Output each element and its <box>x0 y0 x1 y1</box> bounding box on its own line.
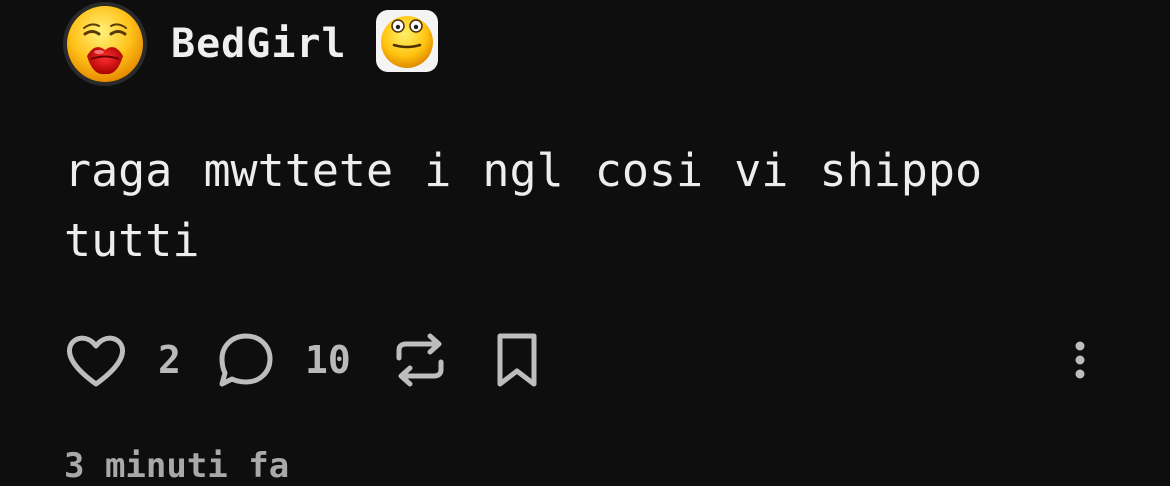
bookmark-button[interactable] <box>490 330 544 390</box>
like-button[interactable] <box>64 330 128 390</box>
like-count: 2 <box>158 338 181 382</box>
kissing-face-avatar-icon <box>67 6 143 82</box>
repost-button[interactable] <box>392 330 448 390</box>
post-text: raga mwttete i ngl cosi vi shippo tutti <box>64 144 983 267</box>
dizzy-face-emoji-icon <box>381 16 433 68</box>
comment-button[interactable] <box>216 330 276 390</box>
comment-bubble-icon <box>219 333 273 387</box>
more-vertical-icon <box>1075 341 1085 379</box>
repost-icon <box>396 333 444 387</box>
post-timestamp: 3 minuti fa <box>64 446 290 486</box>
bookmark-icon <box>497 333 537 387</box>
post-card: BedGirl raga mwttete i ngl cosi vi shipp… <box>0 0 1170 486</box>
heart-icon <box>67 335 125 387</box>
more-options-button[interactable] <box>1062 336 1098 384</box>
author-badge <box>376 10 438 72</box>
comment-count: 10 <box>305 338 351 382</box>
author-username[interactable]: BedGirl <box>171 18 347 70</box>
post-actions: 2 10 <box>0 328 1170 392</box>
author-avatar[interactable] <box>63 2 147 86</box>
